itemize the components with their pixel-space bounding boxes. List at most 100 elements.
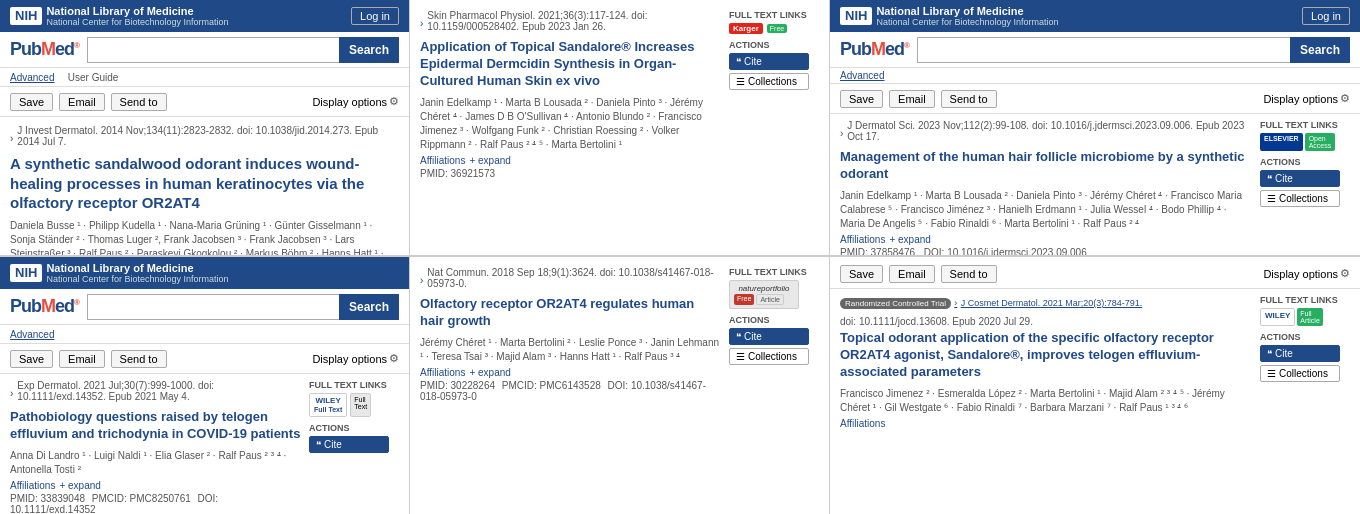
article-3-authors: Jérémy Chéret ¹ · Marta Bertolini ² · Le… [420, 336, 721, 364]
article-1-area: › J Invest Dermatol. 2014 Nov;134(11):28… [0, 117, 409, 257]
quote-icon-3: ❝ [736, 331, 741, 342]
article-5-collections-button[interactable]: ☰ Collections [1260, 190, 1340, 207]
article-3-cite-button[interactable]: ❝ Cite [729, 328, 809, 345]
display-options-3[interactable]: Display options ⚙ [1263, 92, 1350, 105]
search-input-2[interactable] [87, 294, 339, 320]
email-button[interactable]: Email [59, 93, 105, 111]
email-button-3[interactable]: Email [889, 90, 935, 108]
nih-banner-2: NIH National Library of Medicine Nationa… [0, 257, 409, 289]
send-to-button-2[interactable]: Send to [111, 350, 167, 368]
article-4-cite-button[interactable]: ❝ Cite [309, 436, 389, 453]
article-2-cite-button[interactable]: ❝ Cite [729, 53, 809, 70]
article-1-authors: Daniela Busse ¹ · Philipp Kudella ¹ · Na… [10, 219, 399, 258]
save-button-3[interactable]: Save [840, 90, 883, 108]
save-button-4[interactable]: Save [840, 265, 883, 283]
pubmed-header-2: PubMed® Search [0, 289, 409, 325]
save-button-2[interactable]: Save [10, 350, 53, 368]
article-6-doi: doi: 10.1111/jocd.13608. Epub 2020 Jul 2… [840, 316, 1252, 327]
article-2-collections-button[interactable]: ☰ Collections [729, 73, 809, 90]
article-2-expand[interactable]: + expand [469, 155, 510, 166]
article-2-pmid: PMID: 36921573 [420, 168, 721, 179]
article-5-expand-icon[interactable]: › [840, 128, 843, 139]
search-input[interactable] [87, 37, 339, 63]
article-4-expand[interactable]: + expand [59, 480, 100, 491]
article-4-expand-icon[interactable]: › [10, 388, 13, 399]
send-to-button-3[interactable]: Send to [941, 90, 997, 108]
search-button-3[interactable]: Search [1290, 37, 1350, 63]
article-2-title[interactable]: Application of Topical Sandalore® Increa… [420, 39, 721, 90]
article-5-cite-button[interactable]: ❝ Cite [1260, 170, 1340, 187]
article-5-authors: Janin Edelkamp ¹ · Marta B Lousada ² · D… [840, 189, 1252, 231]
collections-icon-3: ☰ [736, 351, 745, 362]
article-6-sidebar: FULL TEXT LINKS WILEY FullArticle ACTION… [1260, 295, 1350, 429]
elsevier-badge-5: ELSEVIER [1260, 133, 1303, 151]
article-3-pmid: PMID: 30228264 [420, 380, 495, 391]
search-button[interactable]: Search [339, 37, 399, 63]
wiley-badge[interactable]: WILEYFull Text [309, 393, 347, 417]
article-3-expand-icon[interactable]: › [420, 275, 423, 286]
quote-icon-6: ❝ [1267, 348, 1272, 359]
send-to-button[interactable]: Send to [111, 93, 167, 111]
article-3-expand[interactable]: + expand [469, 367, 510, 378]
article-5-expand[interactable]: + expand [889, 234, 930, 245]
article-6-actions-label: ACTIONS [1260, 332, 1350, 342]
randomized-controlled-trial-badge: Randomized Controlled Trial [840, 298, 951, 309]
pubmed-logo: PubMed® [10, 39, 79, 60]
article-4-affiliations[interactable]: Affiliations [10, 480, 55, 491]
nih-subtitle: National Center for Biotechnology Inform… [46, 17, 228, 27]
display-options-2[interactable]: Display options ⚙ [312, 352, 399, 365]
article-3-collections-button[interactable]: ☰ Collections [729, 348, 809, 365]
collections-icon-6: ☰ [1267, 368, 1276, 379]
nih-title-3: National Library of Medicine [876, 5, 1058, 17]
display-options-label-2: Display options [312, 353, 387, 365]
article-6-affiliations[interactable]: Affiliations [840, 418, 885, 429]
gear-icon: ⚙ [389, 95, 399, 108]
article-5-sidebar: FULL TEXT LINKS ELSEVIER OpenAccess ACTI… [1260, 120, 1350, 257]
pubmed-logo-2: PubMed® [10, 296, 79, 317]
article-6-collections-button[interactable]: ☰ Collections [1260, 365, 1340, 382]
gear-icon-2: ⚙ [389, 352, 399, 365]
log-in-button-3[interactable]: Log in [1302, 7, 1350, 25]
article-4-pmid: PMID: 33839048 PMCID: PMC8250761 DOI: 10… [10, 493, 301, 514]
advanced-link-3[interactable]: Advanced [840, 70, 884, 81]
j-cosmet-link[interactable]: › [954, 298, 957, 308]
display-options-4[interactable]: Display options ⚙ [1263, 267, 1350, 280]
article-2-authors: Janin Edelkamp ¹ · Marta B Lousada ² · D… [420, 96, 721, 152]
article-6-title[interactable]: Topical odorant application of the speci… [840, 330, 1252, 381]
save-button[interactable]: Save [10, 93, 53, 111]
article-2-affiliations[interactable]: Affiliations [420, 155, 465, 166]
article-5-journal: J Dermatol Sci. 2023 Nov;112(2):99-108. … [847, 120, 1252, 142]
article-3-title[interactable]: Olfactory receptor OR2AT4 regulates huma… [420, 296, 721, 330]
display-options[interactable]: Display options ⚙ [312, 95, 399, 108]
article-3-main: › Nat Commun. 2018 Sep 18;9(1):3624. doi… [420, 267, 721, 402]
advanced-link-2[interactable]: Advanced [10, 329, 54, 340]
article-5-title[interactable]: Management of the human hair follicle mi… [840, 149, 1252, 183]
article-4-full-text-label: FULL TEXT LINKS [309, 380, 399, 390]
article-1-title[interactable]: A synthetic sandalwood odorant induces w… [10, 154, 399, 213]
search-input-3[interactable] [917, 37, 1290, 63]
pubmed-header-3: PubMed® Search [830, 32, 1360, 68]
toolbar-3: Save Email Send to Display options ⚙ [830, 84, 1360, 114]
article-3-full-text-label: FULL TEXT LINKS [729, 267, 819, 277]
article-4-title[interactable]: Pathobiology questions raised by telogen… [10, 409, 301, 443]
article-4-journal: Exp Dermatol. 2021 Jul;30(7):999-1000. d… [17, 380, 301, 402]
send-to-button-4[interactable]: Send to [941, 265, 997, 283]
search-button-2[interactable]: Search [339, 294, 399, 320]
free-full-badge: Free [734, 294, 754, 305]
nih-banner-3: NIH National Library of Medicine Nationa… [830, 0, 1360, 32]
article-6-cite-button[interactable]: ❝ Cite [1260, 345, 1340, 362]
article-5-doi: DOI: 10.1016/j.jdermsci.2023.09.006 [924, 247, 1087, 257]
article-3-pmcid: PMCID: PMC6143528 [502, 380, 601, 391]
email-button-4[interactable]: Email [889, 265, 935, 283]
email-button-2[interactable]: Email [59, 350, 105, 368]
advanced-link[interactable]: Advanced [10, 72, 54, 83]
open-access-badge-5: OpenAccess [1305, 133, 1336, 151]
article-5-affiliations[interactable]: Affiliations [840, 234, 885, 245]
log-in-button[interactable]: Log in [351, 7, 399, 25]
full-text-badge-6: FullArticle [1297, 308, 1322, 326]
article-3-affiliations[interactable]: Affiliations [420, 367, 465, 378]
display-options-label-4: Display options [1263, 268, 1338, 280]
article-5-pmid-line: PMID: 37858476 DOI: 10.1016/j.jdermsci.2… [840, 247, 1252, 257]
article-2-expand-icon[interactable]: › [420, 18, 423, 29]
article-1-expand-icon[interactable]: › [10, 133, 13, 144]
